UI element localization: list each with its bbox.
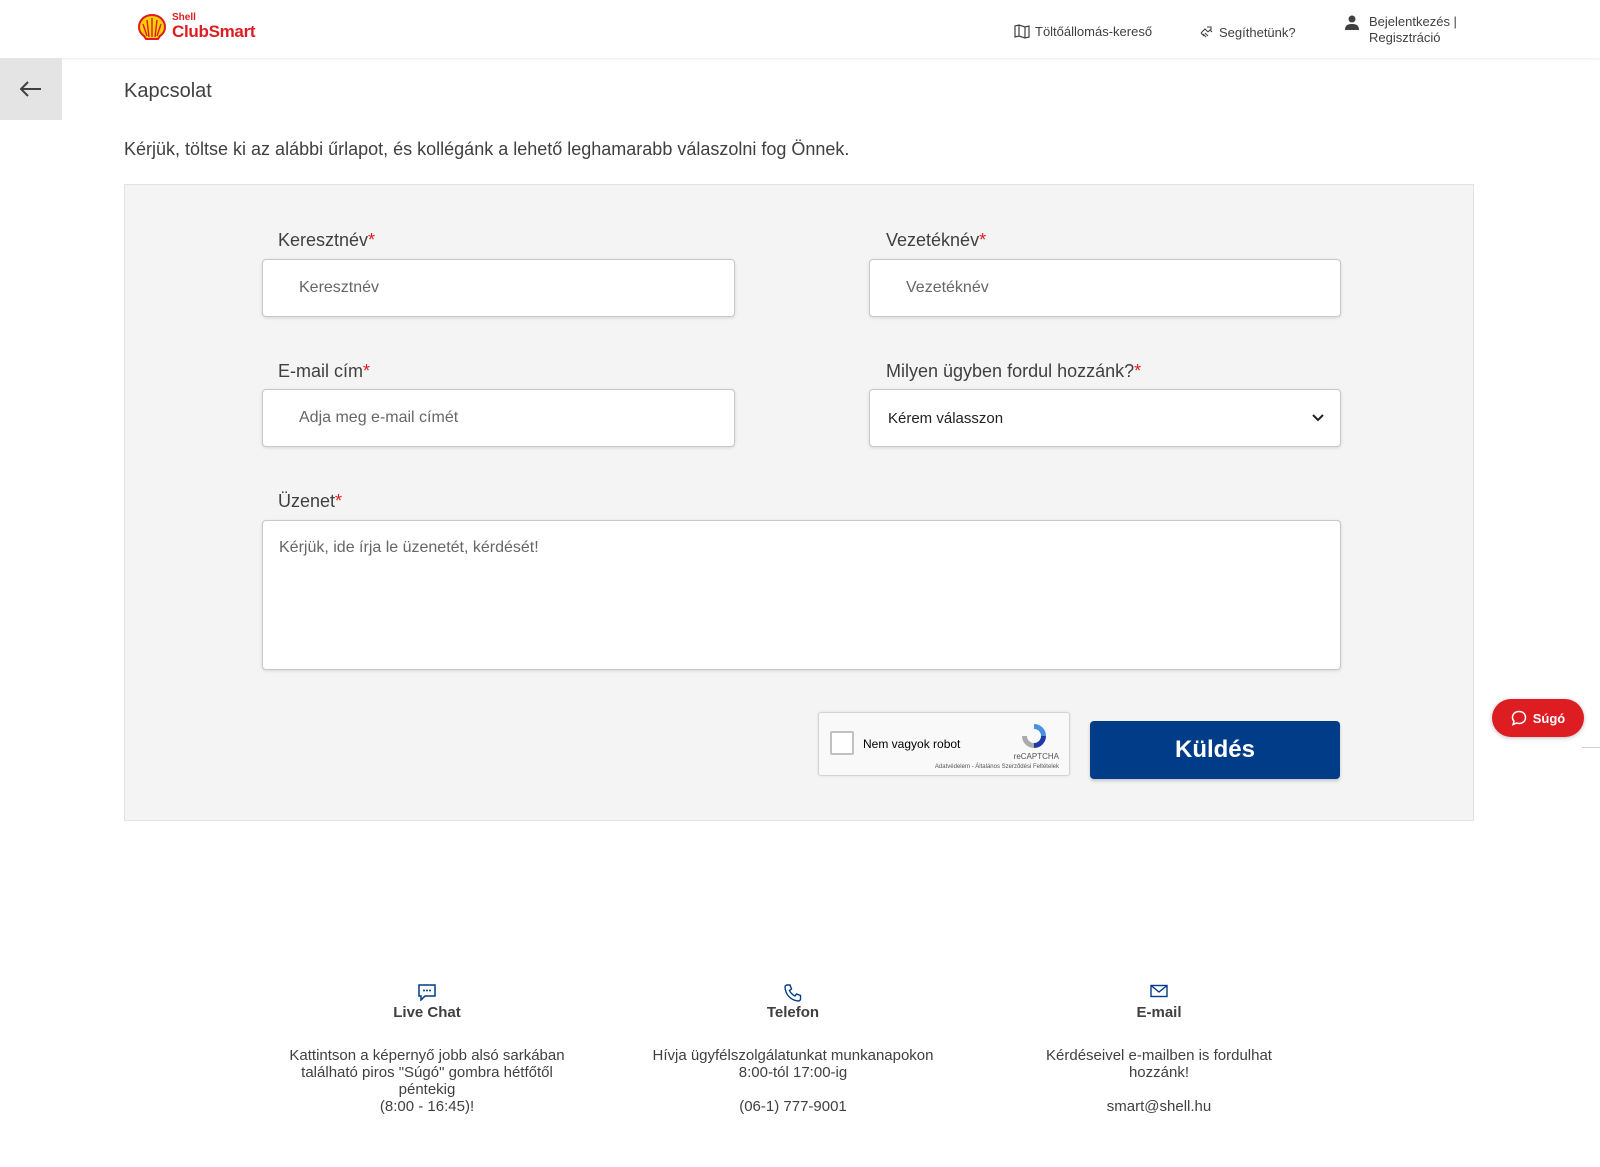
back-button[interactable] (0, 58, 62, 120)
logo-big-text: ClubSmart (172, 22, 256, 41)
nav-account[interactable]: Bejelentkezés | Regisztráció (1344, 14, 1457, 46)
arrow-left-icon (20, 81, 41, 97)
help-chat-label: Súgó (1532, 710, 1566, 726)
topic-selected-value: Kérem válasszon (888, 409, 1004, 427)
contact-line: található piros "Súgó" gombra hétfőtől (301, 1064, 553, 1081)
help-chat-button[interactable]: Súgó (1492, 699, 1584, 737)
recaptcha-brand: reCAPTCHA (1013, 752, 1059, 761)
chat-icon (418, 984, 436, 1001)
nav-locator-label: Töltőállomás-kereső (1035, 24, 1153, 39)
chevron-down-icon (1312, 414, 1324, 422)
handshake-icon (1200, 26, 1213, 38)
topic-select[interactable]: Kérem válasszon (869, 389, 1341, 447)
contact-title: E-mail (1136, 1004, 1182, 1021)
lastname-label: Vezetéknév* (886, 230, 987, 250)
contact-email-address[interactable]: smart@shell.hu (1014, 1098, 1304, 1115)
message-textarea[interactable] (262, 520, 1341, 670)
page-title: Kapcsolat (124, 80, 212, 102)
site-header: Shell ClubSmart Töltőállomás-kereső Segí… (0, 0, 1600, 58)
user-icon (1345, 15, 1359, 30)
mail-icon (1150, 984, 1168, 998)
intro-text: Kérjük, töltse ki az alábbi űrlapot, és … (124, 139, 850, 159)
contact-phone-number[interactable]: (06-1) 777-9001 (648, 1098, 938, 1115)
contact-line: (8:00 - 16:45)! (379, 1098, 475, 1115)
nav-help[interactable]: Segíthetünk? (1198, 24, 1296, 40)
contact-title: Telefon (766, 1004, 820, 1021)
recaptcha-widget: Nem vagyok robot reCAPTCHA Adatvédelem -… (818, 712, 1070, 776)
nav-help-label: Segíthetünk? (1219, 24, 1296, 40)
nav-register-link[interactable]: Regisztráció (1369, 30, 1457, 46)
recaptcha-links[interactable]: Adatvédelem - Általános Szerződési Felté… (935, 764, 1059, 770)
nav-login-link[interactable]: Bejelentkezés | (1369, 14, 1457, 30)
email-label: E-mail cím* (278, 361, 371, 381)
firstname-input[interactable] (262, 259, 735, 317)
phone-icon (784, 984, 802, 1002)
contact-line: péntekig (398, 1081, 456, 1098)
contact-email: E-mail Kérdéseivel e-mailben is fordulha… (1014, 984, 1304, 1115)
edge-divider (1582, 747, 1600, 748)
contact-title: Live Chat (393, 1004, 461, 1021)
recaptcha-logo-icon (1022, 724, 1046, 748)
message-label: Üzenet* (278, 491, 343, 511)
contact-line: Kattintson a képernyő jobb alsó sarkában (289, 1047, 565, 1064)
contact-line: 8:00-tól 17:00-ig (738, 1064, 848, 1081)
email-input[interactable] (262, 389, 735, 447)
shell-pecten-icon (138, 13, 166, 40)
recaptcha-label: Nem vagyok robot (863, 737, 961, 751)
topic-label: Milyen ügyben fordul hozzánk?* (886, 361, 1142, 381)
nav-station-locator[interactable]: Töltőállomás-kereső (1014, 24, 1152, 39)
contact-line: Hívja ügyfélszolgálatunkat munkanapokon (652, 1047, 934, 1064)
firstname-label: Keresztnév* (278, 230, 376, 250)
lastname-input[interactable] (869, 259, 1341, 317)
submit-button[interactable]: Küldés (1090, 721, 1340, 779)
chat-bubble-icon (1511, 710, 1527, 726)
shell-clubsmart-logo[interactable]: Shell ClubSmart (138, 13, 256, 41)
contact-phone: Telefon Hívja ügyfélszolgálatunkat munka… (648, 984, 938, 1115)
map-icon (1014, 24, 1030, 39)
recaptcha-checkbox[interactable] (830, 731, 854, 755)
contact-live-chat: Live Chat Kattintson a képernyő jobb als… (282, 984, 572, 1115)
contact-line: Kérdéseivel e-mailben is fordulhat hozzá… (1046, 1047, 1272, 1081)
